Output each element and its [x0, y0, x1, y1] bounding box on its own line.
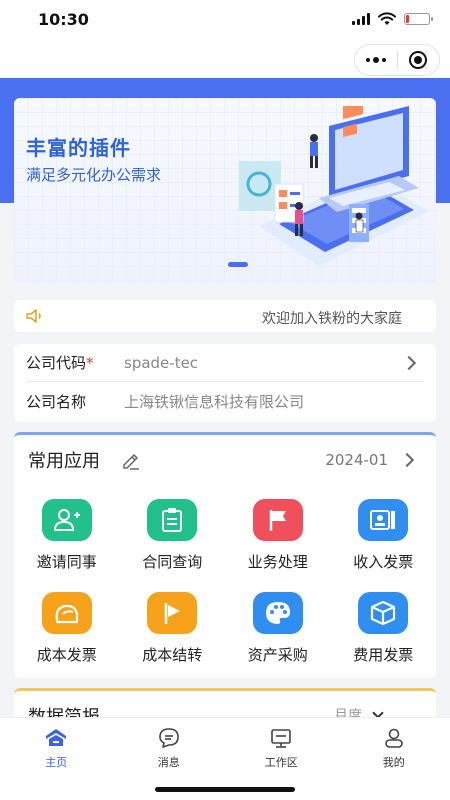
tab-label: 消息: [157, 756, 180, 769]
profile-icon: [384, 728, 403, 748]
app-label: 合同查询: [142, 553, 203, 571]
home-icon: [46, 729, 67, 746]
apps-grid: 邀请同事 合同查询 业务处理 收入发票 成本发票 成本结转 资产采购 费用发票: [14, 499, 436, 665]
app-cost-invoice[interactable]: 成本发票: [14, 592, 120, 665]
apps-title: 常用应用: [28, 451, 100, 472]
app-expense-invoice[interactable]: 费用发票: [331, 592, 437, 665]
signal-icon: [352, 13, 370, 25]
battery-level: [406, 15, 410, 23]
app-label: 业务处理: [247, 553, 308, 571]
target-icon: [409, 51, 428, 69]
nav-bar: [0, 40, 450, 78]
company-name-row: 公司名称 上海铁锹信息科技有限公司: [26, 382, 424, 420]
clipboard-icon: [147, 499, 198, 541]
cost-invoice-icon: [41, 592, 92, 634]
company-info-card: 公司代码* spade-tec 公司名称 上海铁锹信息科技有限公司: [14, 344, 436, 422]
notice-text: 欢迎加入铁粉的大家庭: [262, 311, 402, 327]
carousel-indicator[interactable]: [228, 262, 248, 267]
tab-label: 我的: [382, 756, 405, 769]
app-cost-carryover[interactable]: 成本结转: [120, 592, 226, 665]
office-computer-illustration: [239, 106, 429, 266]
invoice-icon: [358, 499, 409, 541]
play-flag-icon: [147, 592, 198, 634]
app-label: 成本发票: [36, 646, 97, 664]
company-code-row[interactable]: 公司代码* spade-tec: [26, 344, 424, 382]
tab-home[interactable]: 主页: [0, 726, 113, 770]
home-indicator: [155, 787, 295, 792]
app-label: 费用发票: [353, 646, 414, 664]
banner-title: 丰富的插件: [26, 136, 131, 160]
close-miniprogram-button[interactable]: [398, 45, 440, 75]
app-label: 收入发票: [353, 553, 414, 571]
chevron-right-icon: [401, 355, 417, 370]
apps-date[interactable]: 2024-01: [325, 451, 388, 469]
promo-banner[interactable]: 丰富的插件 满足多元化办公需求: [14, 98, 436, 284]
status-icons: [352, 12, 433, 26]
app-invite-colleague[interactable]: 邀请同事: [14, 499, 120, 572]
app-contract-query[interactable]: 合同查询: [120, 499, 226, 572]
notice-bar[interactable]: 欢迎加入铁粉的大家庭: [14, 300, 436, 332]
banner-subtitle: 满足多元化办公需求: [26, 166, 162, 184]
company-code-label: 公司代码*: [26, 354, 94, 372]
app-label: 资产采购: [247, 646, 308, 664]
common-apps-card: 常用应用 2024-01 邀请同事 合同查询 业务处理 收入发票 成本发票 成本…: [14, 432, 436, 678]
wifi-icon: [378, 12, 396, 25]
speaker-icon: [26, 309, 41, 323]
required-mark: *: [86, 354, 94, 372]
tab-label: 工作区: [264, 756, 298, 769]
tab-workspace[interactable]: 工作区: [225, 726, 338, 770]
more-dots-icon: [365, 57, 386, 63]
palette-icon: [252, 592, 303, 634]
app-label: 成本结转: [142, 646, 203, 664]
flag-icon: [252, 499, 303, 541]
miniprogram-capsule: [354, 44, 440, 76]
invite-user-icon: [41, 499, 92, 541]
more-button[interactable]: [355, 45, 397, 75]
status-time: 10:30: [38, 10, 89, 29]
company-code-value: spade-tec: [124, 353, 199, 372]
tab-messages[interactable]: 消息: [113, 726, 226, 770]
apps-header: 常用应用 2024-01: [28, 445, 422, 475]
chevron-right-icon[interactable]: [399, 452, 415, 468]
company-name-label: 公司名称: [26, 392, 87, 411]
app-business-processing[interactable]: 业务处理: [225, 499, 331, 572]
battery-icon: [404, 13, 433, 25]
edit-icon[interactable]: [120, 449, 142, 471]
company-name-value: 上海铁锹信息科技有限公司: [124, 392, 305, 411]
tab-profile[interactable]: 我的: [338, 726, 450, 770]
message-icon: [158, 728, 179, 748]
workspace-icon: [271, 729, 292, 748]
app-label: 邀请同事: [36, 553, 97, 571]
app-asset-purchase[interactable]: 资产采购: [225, 592, 331, 665]
app-income-invoice[interactable]: 收入发票: [331, 499, 437, 572]
box-icon: [358, 592, 409, 634]
tab-label: 主页: [45, 756, 68, 769]
status-bar: 10:30: [0, 0, 450, 40]
